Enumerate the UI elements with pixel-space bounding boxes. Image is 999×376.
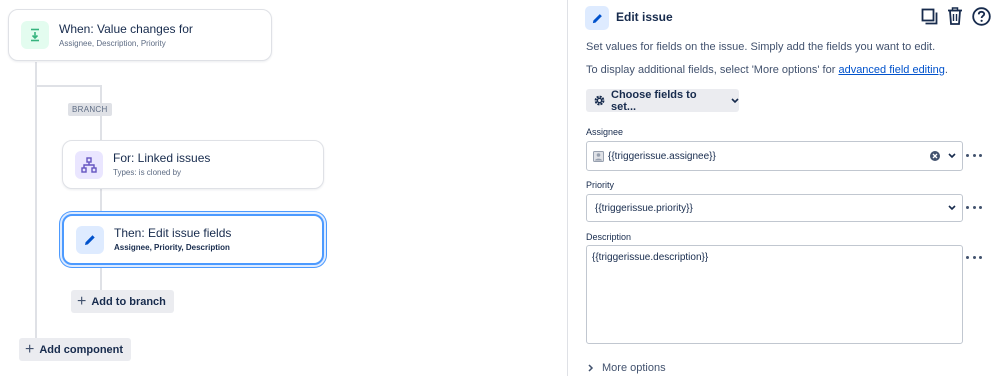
trigger-card[interactable]: When: Value changes for Assignee, Descri… <box>8 9 272 61</box>
more-options-toggle[interactable]: More options <box>588 362 666 374</box>
panel-description: Set values for fields on the issue. Simp… <box>586 41 936 53</box>
assignee-field[interactable]: {{triggerissue.assignee}} <box>586 141 963 171</box>
priority-value: {{triggerissue.priority}} <box>595 202 693 214</box>
assignee-value: {{triggerissue.assignee}} <box>608 150 716 162</box>
description-value: {{triggerissue.description}} <box>592 252 709 263</box>
hierarchy-icon <box>75 150 103 179</box>
add-component-button[interactable]: + Add component <box>19 338 132 361</box>
assignee-more-icon[interactable] <box>966 150 982 160</box>
chevron-down-icon[interactable] <box>948 205 956 211</box>
priority-field[interactable]: {{triggerissue.priority}} <box>586 194 963 222</box>
branch-card[interactable]: For: Linked issues Types: is cloned by <box>62 140 324 189</box>
choose-fields-button[interactable]: Choose fields to set... <box>586 88 739 113</box>
help-icon[interactable] <box>971 6 991 26</box>
description-more-icon[interactable] <box>966 252 982 262</box>
choose-fields-label: Choose fields to set... <box>611 88 697 113</box>
branch-tag: BRANCH <box>68 103 112 116</box>
add-to-branch-button[interactable]: + Add to branch <box>71 290 174 313</box>
value-change-icon <box>21 21 49 49</box>
description-suffix: . <box>944 64 948 76</box>
trigger-title: When: Value changes for <box>59 21 193 36</box>
clear-icon[interactable] <box>930 151 940 161</box>
description-label: Description <box>586 232 632 242</box>
trigger-subtitle: Assignee, Description, Priority <box>59 38 166 48</box>
connector-branch-h <box>35 85 101 87</box>
connector-main <box>35 62 37 342</box>
advanced-field-editing-link[interactable]: advanced field editing <box>838 64 944 76</box>
gear-icon <box>593 94 606 107</box>
pencil-icon <box>585 6 609 30</box>
trash-icon[interactable] <box>945 6 965 26</box>
chevron-down-icon <box>731 97 739 104</box>
chevron-down-icon[interactable] <box>948 153 956 159</box>
add-component-label: Add component <box>39 343 124 356</box>
panel-title: Edit issue <box>616 10 673 24</box>
more-options-label: More options <box>602 362 666 374</box>
add-to-branch-label: Add to branch <box>91 295 166 308</box>
plus-icon: + <box>77 292 87 310</box>
panel-description-2: To display additional fields, select 'Mo… <box>586 64 948 76</box>
priority-more-icon[interactable] <box>966 202 982 212</box>
branch-subtitle: Types: is cloned by <box>113 168 182 177</box>
branch-title: For: Linked issues <box>113 151 211 165</box>
pencil-icon <box>76 225 104 254</box>
chevron-right-icon <box>588 364 594 372</box>
assignee-label: Assignee <box>586 127 624 137</box>
action-title: Then: Edit issue fields <box>114 226 232 240</box>
priority-label: Priority <box>586 180 615 190</box>
edit-issue-panel: Edit issue Set values for fields on the … <box>567 0 999 376</box>
description-prefix: To display additional fields, select 'Mo… <box>586 64 839 76</box>
plus-icon: + <box>25 340 35 358</box>
user-avatar-icon <box>593 150 604 162</box>
description-field[interactable]: {{triggerissue.description}} <box>586 245 963 344</box>
duplicate-icon[interactable] <box>919 6 939 26</box>
rule-canvas: When: Value changes for Assignee, Descri… <box>0 0 567 376</box>
action-card-edit-issue[interactable]: Then: Edit issue fields Assignee, Priori… <box>62 214 324 265</box>
action-subtitle: Assignee, Priority, Description <box>114 243 230 252</box>
panel-actions <box>919 6 991 26</box>
